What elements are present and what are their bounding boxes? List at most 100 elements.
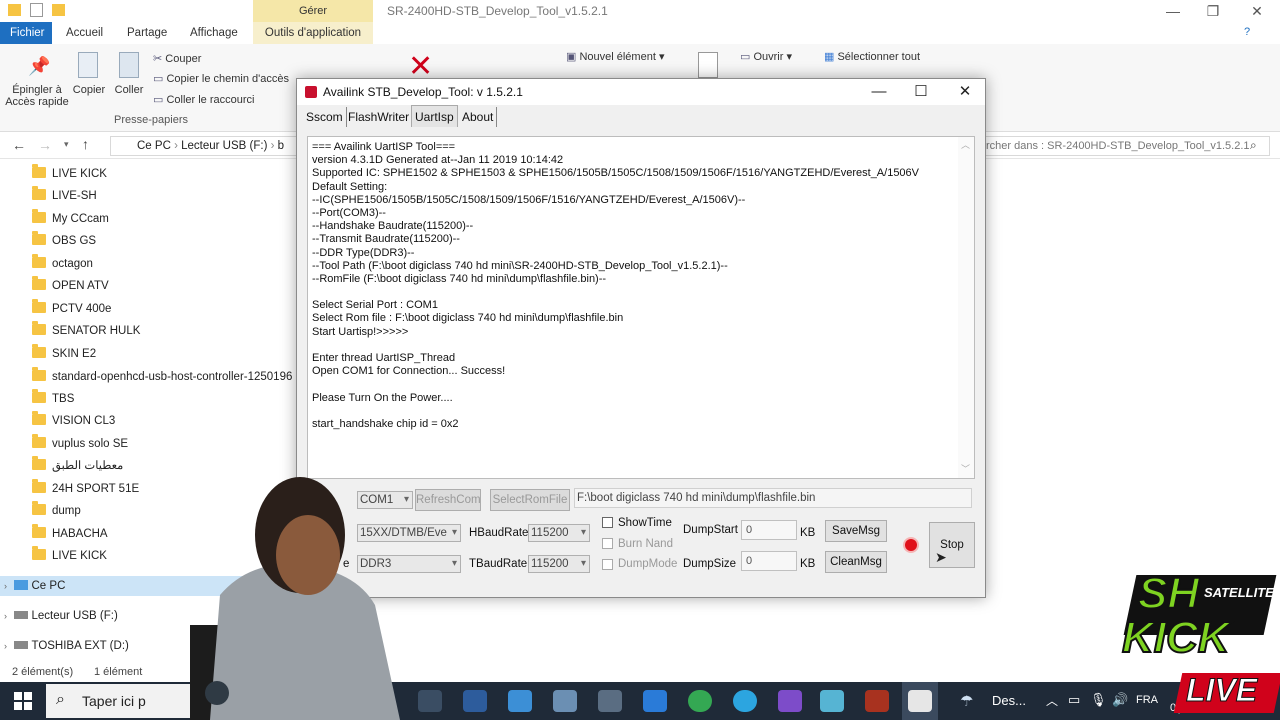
folder-item[interactable]: vuplus solo SE: [32, 434, 128, 454]
back-arrow-icon[interactable]: ←: [12, 137, 26, 153]
tab-about[interactable]: About: [459, 107, 498, 127]
folder-item[interactable]: LIVE KICK: [32, 164, 107, 184]
cut-button[interactable]: ✂ Couper: [153, 52, 201, 65]
app-icon[interactable]: [418, 690, 442, 712]
folder-item[interactable]: SENATOR HULK: [32, 321, 140, 341]
forward-arrow-icon[interactable]: →: [38, 137, 52, 153]
dump-start-input[interactable]: 0: [741, 520, 797, 540]
select-all-button[interactable]: ▦ Sélectionner tout: [824, 50, 920, 63]
calculator-icon[interactable]: [598, 690, 622, 712]
tab-affichage[interactable]: Affichage: [180, 22, 248, 44]
log-scrollbar[interactable]: [958, 137, 974, 478]
folder-label: SKIN E2: [52, 348, 97, 360]
folder-item[interactable]: dump: [32, 501, 81, 521]
weather-label[interactable]: Des...: [992, 693, 1026, 708]
clean-msg-button[interactable]: CleanMsg: [825, 551, 887, 573]
dump-mode-checkbox[interactable]: [602, 559, 613, 570]
recent-chevron-icon[interactable]: ▾: [64, 139, 69, 150]
minimize-icon[interactable]: —: [857, 79, 901, 105]
folder-item[interactable]: standard-openhcd-usb-host-controller-125…: [32, 367, 292, 387]
pin-icon: 📌: [28, 56, 51, 76]
new-folder-icon[interactable]: [52, 4, 65, 16]
app-icon[interactable]: [820, 690, 844, 712]
tab-sscom[interactable]: Sscom: [303, 107, 347, 127]
window-title: SR-2400HD-STB_Develop_Tool_v1.5.2.1: [387, 4, 608, 18]
search-input[interactable]: rcher dans : SR-2400HD-STB_Develop_Tool_…: [985, 136, 1270, 156]
paste-button[interactable]: Coller: [111, 84, 147, 96]
tab-uartisp[interactable]: UartIsp: [411, 105, 458, 127]
app-icon[interactable]: [463, 690, 487, 712]
copy-button[interactable]: Copier: [70, 84, 108, 96]
burn-nand-checkbox[interactable]: [602, 538, 613, 549]
nav-usb-drive[interactable]: › Lecteur USB (F:): [4, 606, 118, 626]
folder-item[interactable]: HABACHA: [32, 524, 108, 544]
folder-item[interactable]: OPEN ATV: [32, 276, 109, 296]
rom-path-field[interactable]: F:\boot digiclass 740 hd mini\dump\flash…: [574, 488, 972, 508]
folder-label: standard-openhcd-usb-host-controller-125…: [52, 371, 293, 383]
restore-icon[interactable]: ❐: [1190, 0, 1236, 22]
scroll-up-icon[interactable]: ︿: [961, 139, 970, 152]
save-msg-button[interactable]: SaveMsg: [825, 520, 887, 542]
properties-icon[interactable]: [30, 3, 43, 17]
log-output[interactable]: === Availink UartISP Tool=== version 4.3…: [307, 136, 975, 479]
tab-partage[interactable]: Partage: [117, 22, 177, 44]
scroll-down-icon[interactable]: ﹀: [961, 463, 970, 476]
windows-start-icon[interactable]: [14, 692, 32, 710]
winrar-icon[interactable]: [865, 690, 889, 712]
open-button[interactable]: ▭ Ouvrir ▾: [740, 50, 792, 63]
log-line: Select Serial Port : COM1: [312, 299, 438, 312]
nav-ce-pc[interactable]: › Ce PC: [4, 576, 65, 596]
folder-item[interactable]: My CCcam: [32, 209, 109, 229]
search-icon[interactable]: ⌕: [1250, 138, 1257, 153]
app-icon[interactable]: [643, 690, 667, 712]
folder-item[interactable]: LIVE-SH: [32, 186, 97, 206]
tab-fichier[interactable]: Fichier: [0, 22, 52, 44]
up-arrow-icon[interactable]: ↑: [82, 136, 89, 152]
tab-flashwriter[interactable]: FlashWriter: [345, 107, 414, 127]
folder-icon: [32, 546, 46, 560]
availink-app-icon[interactable]: [908, 690, 932, 712]
network-icon[interactable]: ▭: [1068, 692, 1080, 708]
refresh-com-button[interactable]: RefreshCom: [415, 489, 481, 511]
app-icon[interactable]: [508, 690, 532, 712]
breadcrumb[interactable]: Ce PC › Lecteur USB (F:) › b: [110, 136, 300, 156]
pin-quick-access-button[interactable]: Épingler à Accès rapide: [4, 84, 70, 108]
dump-size-input[interactable]: 0: [741, 551, 797, 571]
folder-label: PCTV 400e: [52, 303, 112, 315]
select-rom-button[interactable]: SelectRomFile: [490, 489, 570, 511]
folder-item[interactable]: LIVE KICK: [32, 546, 107, 566]
tab-accueil[interactable]: Accueil: [56, 22, 113, 44]
new-item-button[interactable]: ▣ Nouvel élément ▾: [566, 50, 664, 63]
copy-path-button[interactable]: ▭ Copier le chemin d'accès: [153, 72, 289, 85]
folder-item[interactable]: VISION CL3: [32, 411, 115, 431]
maximize-icon[interactable]: ☐: [899, 79, 943, 105]
folder-item[interactable]: TBS: [32, 389, 74, 409]
close-icon[interactable]: ✕: [943, 79, 987, 105]
show-time-checkbox[interactable]: [602, 517, 613, 528]
app-icon[interactable]: [553, 690, 577, 712]
hbaud-select[interactable]: 115200: [528, 524, 590, 542]
chrome-icon[interactable]: [688, 690, 712, 712]
folder-item[interactable]: PCTV 400e: [32, 299, 111, 319]
help-icon[interactable]: ?: [1244, 26, 1250, 38]
app-icon[interactable]: [778, 690, 802, 712]
properties-large-icon[interactable]: [698, 52, 718, 78]
telegram-icon[interactable]: [733, 690, 757, 712]
paste-shortcut-button[interactable]: ▭ Coller le raccourci: [153, 93, 254, 106]
close-icon[interactable]: ✕: [1234, 0, 1280, 22]
logo-satellite: SATELLITE: [1204, 585, 1274, 600]
folder-item[interactable]: octagon: [32, 254, 93, 274]
tab-outils-application[interactable]: Outils d'application: [253, 22, 373, 44]
breadcrumb-next[interactable]: b: [278, 140, 284, 152]
tbaud-select[interactable]: 115200: [528, 555, 590, 573]
breadcrumb-ce-pc[interactable]: Ce PC: [137, 140, 171, 152]
microphone-icon[interactable]: 🎙: [1090, 692, 1107, 708]
folder-item[interactable]: 24H SPORT 51E: [32, 479, 139, 499]
nav-toshiba-drive[interactable]: › TOSHIBA EXT (D:): [4, 636, 129, 656]
folder-item[interactable]: معطيات الطبق: [32, 456, 123, 476]
chevron-up-icon[interactable]: ︿: [1046, 692, 1058, 709]
breadcrumb-usb[interactable]: Lecteur USB (F:): [181, 140, 267, 152]
folder-item[interactable]: SKIN E2: [32, 344, 96, 364]
folder-item[interactable]: OBS GS: [32, 231, 96, 251]
folder-label: LIVE KICK: [52, 168, 107, 180]
